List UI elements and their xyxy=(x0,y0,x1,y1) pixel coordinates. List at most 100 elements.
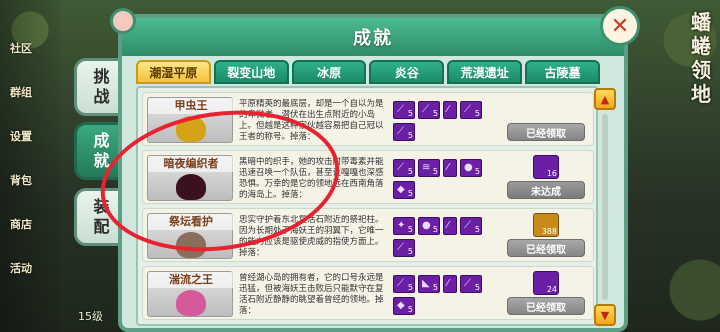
shard-icon: ⁄ xyxy=(447,162,449,173)
beetle-king-icon xyxy=(176,116,206,142)
reward-item[interactable]: ⁄ xyxy=(443,101,457,119)
tab-flame-valley[interactable]: 炎谷 xyxy=(369,60,445,84)
tab-ice-field[interactable]: 冰原 xyxy=(291,60,367,84)
achievement-row: 甲虫王 平原精英的最底层，却是一个自以为是的卑微者，潜伏在出生点附近的小岛上。但… xyxy=(142,92,594,146)
reward-item[interactable]: ⁄ xyxy=(443,217,457,235)
tusk-icon: ⟋ xyxy=(397,278,404,289)
region-tab-bar: 潮湿平原 裂变山地 冰原 炎谷 荒漠遗址 古陵墓 xyxy=(136,60,600,86)
claim-count: 388 xyxy=(541,227,557,236)
web-icon: ≋ xyxy=(422,162,431,173)
hud-label[interactable]: 社区 xyxy=(10,40,32,56)
reward-count: 5 xyxy=(407,225,413,234)
claw-icon: ⟋ xyxy=(422,104,429,115)
claim-button[interactable]: 未达成 xyxy=(507,181,585,199)
achievement-row: 湍流之王 曾经湖心岛的拥有者，它的口号永远是迅猛，但被海妖王击败后只能默守在复活… xyxy=(142,266,594,320)
fang-icon: ⟋ xyxy=(464,278,471,289)
hud-label[interactable]: 设置 xyxy=(10,128,32,144)
reward-item[interactable]: ⟋ 5 xyxy=(418,101,440,119)
boss-name: 湍流之王 xyxy=(148,272,234,288)
reward-count: 5 xyxy=(407,188,413,198)
shard-icon: ⁄ xyxy=(447,104,449,115)
reward-item[interactable]: ✦ 5 xyxy=(393,217,415,235)
reward-item[interactable]: ≋ 5 xyxy=(418,159,440,177)
achievement-list[interactable]: 甲虫王 平原精英的最底层，却是一个自以为是的卑微者，潜伏在出生点附近的小岛上。但… xyxy=(136,86,598,326)
boss-name: 甲虫王 xyxy=(148,98,234,114)
torrent-king-icon xyxy=(176,290,206,316)
tab-desert-ruins[interactable]: 荒漠遗址 xyxy=(447,60,523,84)
reward-item[interactable]: ◆ 5 xyxy=(393,296,415,315)
scrollbar[interactable]: ▲ ▼ xyxy=(594,88,618,326)
spider-weaver-icon xyxy=(176,174,206,200)
feather-icon: ⟋ xyxy=(464,220,471,231)
boss-portrait: 祭坛看护 xyxy=(147,213,234,259)
reward-item[interactable]: ◣ 5 xyxy=(418,275,440,293)
claim-area: 16 未达成 xyxy=(505,155,587,201)
corner-flower-icon xyxy=(110,8,136,34)
reward-count: 5 xyxy=(474,109,480,118)
reward-item[interactable]: ⟋ 5 xyxy=(393,101,415,119)
fin-icon: ◣ xyxy=(422,278,430,289)
claim-count: 16 xyxy=(546,169,557,178)
arrow-down-icon: ▼ xyxy=(600,308,610,322)
tab-wet-plain[interactable]: 潮湿平原 xyxy=(136,60,211,84)
tab-ancient-tomb[interactable]: 古陵墓 xyxy=(525,60,600,84)
reward-count: 5 xyxy=(432,283,438,292)
claw-icon: ⟋ xyxy=(464,104,471,115)
boss-portrait: 湍流之王 xyxy=(147,271,234,317)
boss-name: 暗夜编织者 xyxy=(148,156,234,172)
reward-count: 5 xyxy=(474,283,480,292)
boss-name: 祭坛看护 xyxy=(148,214,234,230)
reward-count: 5 xyxy=(407,304,413,314)
reward-item[interactable]: ⁄ xyxy=(443,159,457,177)
reward-item[interactable]: ● 5 xyxy=(460,159,482,177)
claim-button[interactable]: 已经领取 xyxy=(507,297,585,315)
reward-count: 5 xyxy=(407,283,413,292)
reward-item[interactable]: ⟋ 5 xyxy=(393,275,415,293)
reward-item[interactable]: ⟋ 5 xyxy=(460,101,482,119)
reward-item[interactable]: ⟋ 5 xyxy=(460,217,482,235)
gold-coin-icon: 388 xyxy=(533,213,559,237)
hud-label[interactable]: 群组 xyxy=(10,84,32,100)
scroll-up-button[interactable]: ▲ xyxy=(594,88,616,110)
reward-item[interactable]: ⁄ xyxy=(443,275,457,293)
reward-item[interactable]: ⟋ 5 xyxy=(460,275,482,293)
shard-icon: ⁄ xyxy=(447,278,449,289)
side-tab-label: 战 xyxy=(93,87,110,106)
fang-icon: ⟋ xyxy=(397,162,404,173)
reward-item[interactable]: ⟋ 5 xyxy=(393,159,415,177)
close-button[interactable]: ✕ xyxy=(600,6,640,46)
tab-fission-mountain[interactable]: 裂变山地 xyxy=(213,60,289,84)
reward-count: 5 xyxy=(407,167,413,176)
claim-button[interactable]: 已经领取 xyxy=(507,239,585,257)
reward-count: 5 xyxy=(474,167,480,176)
claim-button[interactable]: 已经领取 xyxy=(507,123,585,141)
hud-label[interactable]: 背包 xyxy=(10,172,32,188)
claw-icon: ⟋ xyxy=(397,125,404,137)
altar-guardian-icon xyxy=(176,232,206,258)
scroll-down-button[interactable]: ▼ xyxy=(594,304,616,326)
claim-area: 24 已经领取 xyxy=(505,271,587,317)
reward-list: ⟋ 5 ◣ 5 ⁄ ⟋ 5 ◆ 5 xyxy=(393,275,503,315)
reward-list: ⟋ 5 ⟋ 5 ⁄ ⟋ 5 ⟋ 5 xyxy=(393,101,503,141)
horn-trophy-icon xyxy=(533,97,559,121)
reward-item[interactable]: ◆ 5 xyxy=(393,180,415,199)
boss-description: 平原精英的最底层，却是一个自以为是的卑微者，潜伏在出生点附近的小岛上。但越是这种… xyxy=(239,99,384,142)
hud-label[interactable]: 商店 xyxy=(10,216,32,232)
scroll-track[interactable] xyxy=(602,114,608,300)
boss-portrait: 暗夜编织者 xyxy=(147,155,234,201)
reward-item[interactable]: ⟋ 5 xyxy=(393,122,415,141)
reward-count: 5 xyxy=(407,246,413,256)
boss-portrait: 甲虫王 xyxy=(147,97,234,143)
reward-item[interactable]: ● 5 xyxy=(418,217,440,235)
boss-description: 黑暗中的织手，她的攻击附带毒素并能迅速召唤一个队伍，甚至让嘎嘎也深感恐惧。万幸的… xyxy=(239,157,384,200)
boss-description: 曾经湖心岛的拥有者，它的口号永远是迅猛，但被海妖王击败后只能默守在复活石附近静静… xyxy=(239,273,384,316)
reward-count: 5 xyxy=(474,225,480,234)
hud-label[interactable]: 活动 xyxy=(10,260,32,276)
reward-list: ⟋ 5 ≋ 5 ⁄ ● 5 ◆ 5 xyxy=(393,159,503,199)
reward-item[interactable]: ⟋ 5 xyxy=(393,238,415,257)
player-level: 15级 xyxy=(78,310,103,323)
side-tab-label: 配 xyxy=(93,217,110,236)
side-tab-label: 就 xyxy=(93,151,110,170)
claim-area: 388 已经领取 xyxy=(505,213,587,259)
close-x-icon: ✕ xyxy=(610,13,630,39)
